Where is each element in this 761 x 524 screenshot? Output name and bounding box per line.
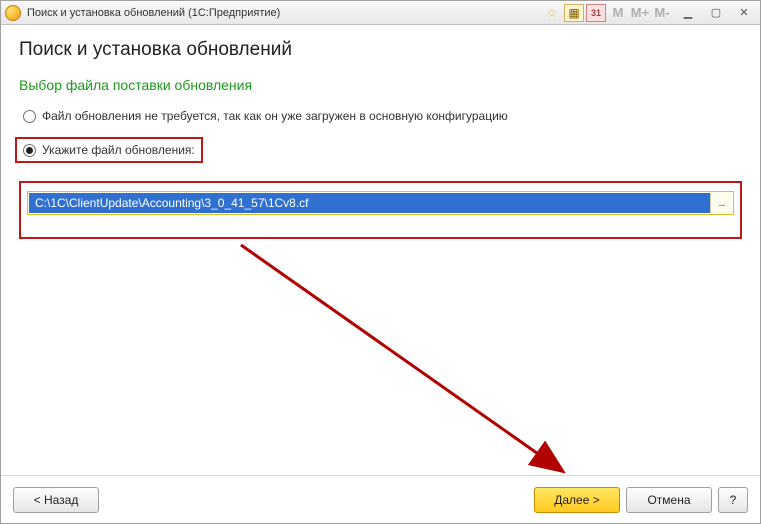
update-file-path-input[interactable]: C:\1C\ClientUpdate\Accounting\3_0_41_57\…: [29, 193, 710, 213]
next-button[interactable]: Далее >: [534, 487, 620, 513]
path-area-highlight: C:\1C\ClientUpdate\Accounting\3_0_41_57\…: [19, 181, 742, 239]
footer: < Назад Далее > Отмена ?: [1, 475, 760, 523]
minimize-button[interactable]: ▁: [676, 4, 700, 22]
option-specify-file-label: Укажите файл обновления:: [42, 143, 195, 157]
back-button[interactable]: < Назад: [13, 487, 99, 513]
memory-m-button[interactable]: M: [608, 4, 628, 22]
option-no-file-label: Файл обновления не требуется, так как он…: [42, 109, 508, 123]
memory-mminus-button[interactable]: M-: [652, 4, 672, 22]
page-title: Поиск и установка обновлений: [19, 39, 742, 61]
dialog-window: Поиск и установка обновлений (1С:Предпри…: [0, 0, 761, 524]
path-input-wrapper: C:\1C\ClientUpdate\Accounting\3_0_41_57\…: [27, 191, 734, 215]
titlebar: Поиск и установка обновлений (1С:Предпри…: [1, 1, 760, 25]
browse-button[interactable]: ...: [710, 193, 732, 213]
help-button[interactable]: ?: [718, 487, 748, 513]
window-title: Поиск и установка обновлений (1С:Предпри…: [27, 7, 542, 19]
annotation-arrow: [231, 235, 591, 495]
radio-specify-file[interactable]: [23, 144, 36, 157]
option-specify-file-row[interactable]: Укажите файл обновления:: [15, 137, 203, 163]
close-button[interactable]: ✕: [732, 4, 756, 22]
app-icon: [5, 5, 21, 21]
page-subtitle: Выбор файла поставки обновления: [19, 77, 742, 93]
content-area: Поиск и установка обновлений Выбор файла…: [1, 25, 760, 475]
calculator-icon[interactable]: ▦: [564, 4, 584, 22]
cancel-button[interactable]: Отмена: [626, 487, 712, 513]
maximize-button[interactable]: ▢: [704, 4, 728, 22]
memory-mplus-button[interactable]: M+: [630, 4, 650, 22]
favorite-icon[interactable]: ☆: [542, 4, 562, 22]
calendar-icon[interactable]: 31: [586, 4, 606, 22]
radio-no-file[interactable]: [23, 110, 36, 123]
option-no-file-row[interactable]: Файл обновления не требуется, так как он…: [19, 107, 742, 125]
toolbar-icons: ☆ ▦ 31 M M+ M- ▁ ▢ ✕: [542, 4, 756, 22]
